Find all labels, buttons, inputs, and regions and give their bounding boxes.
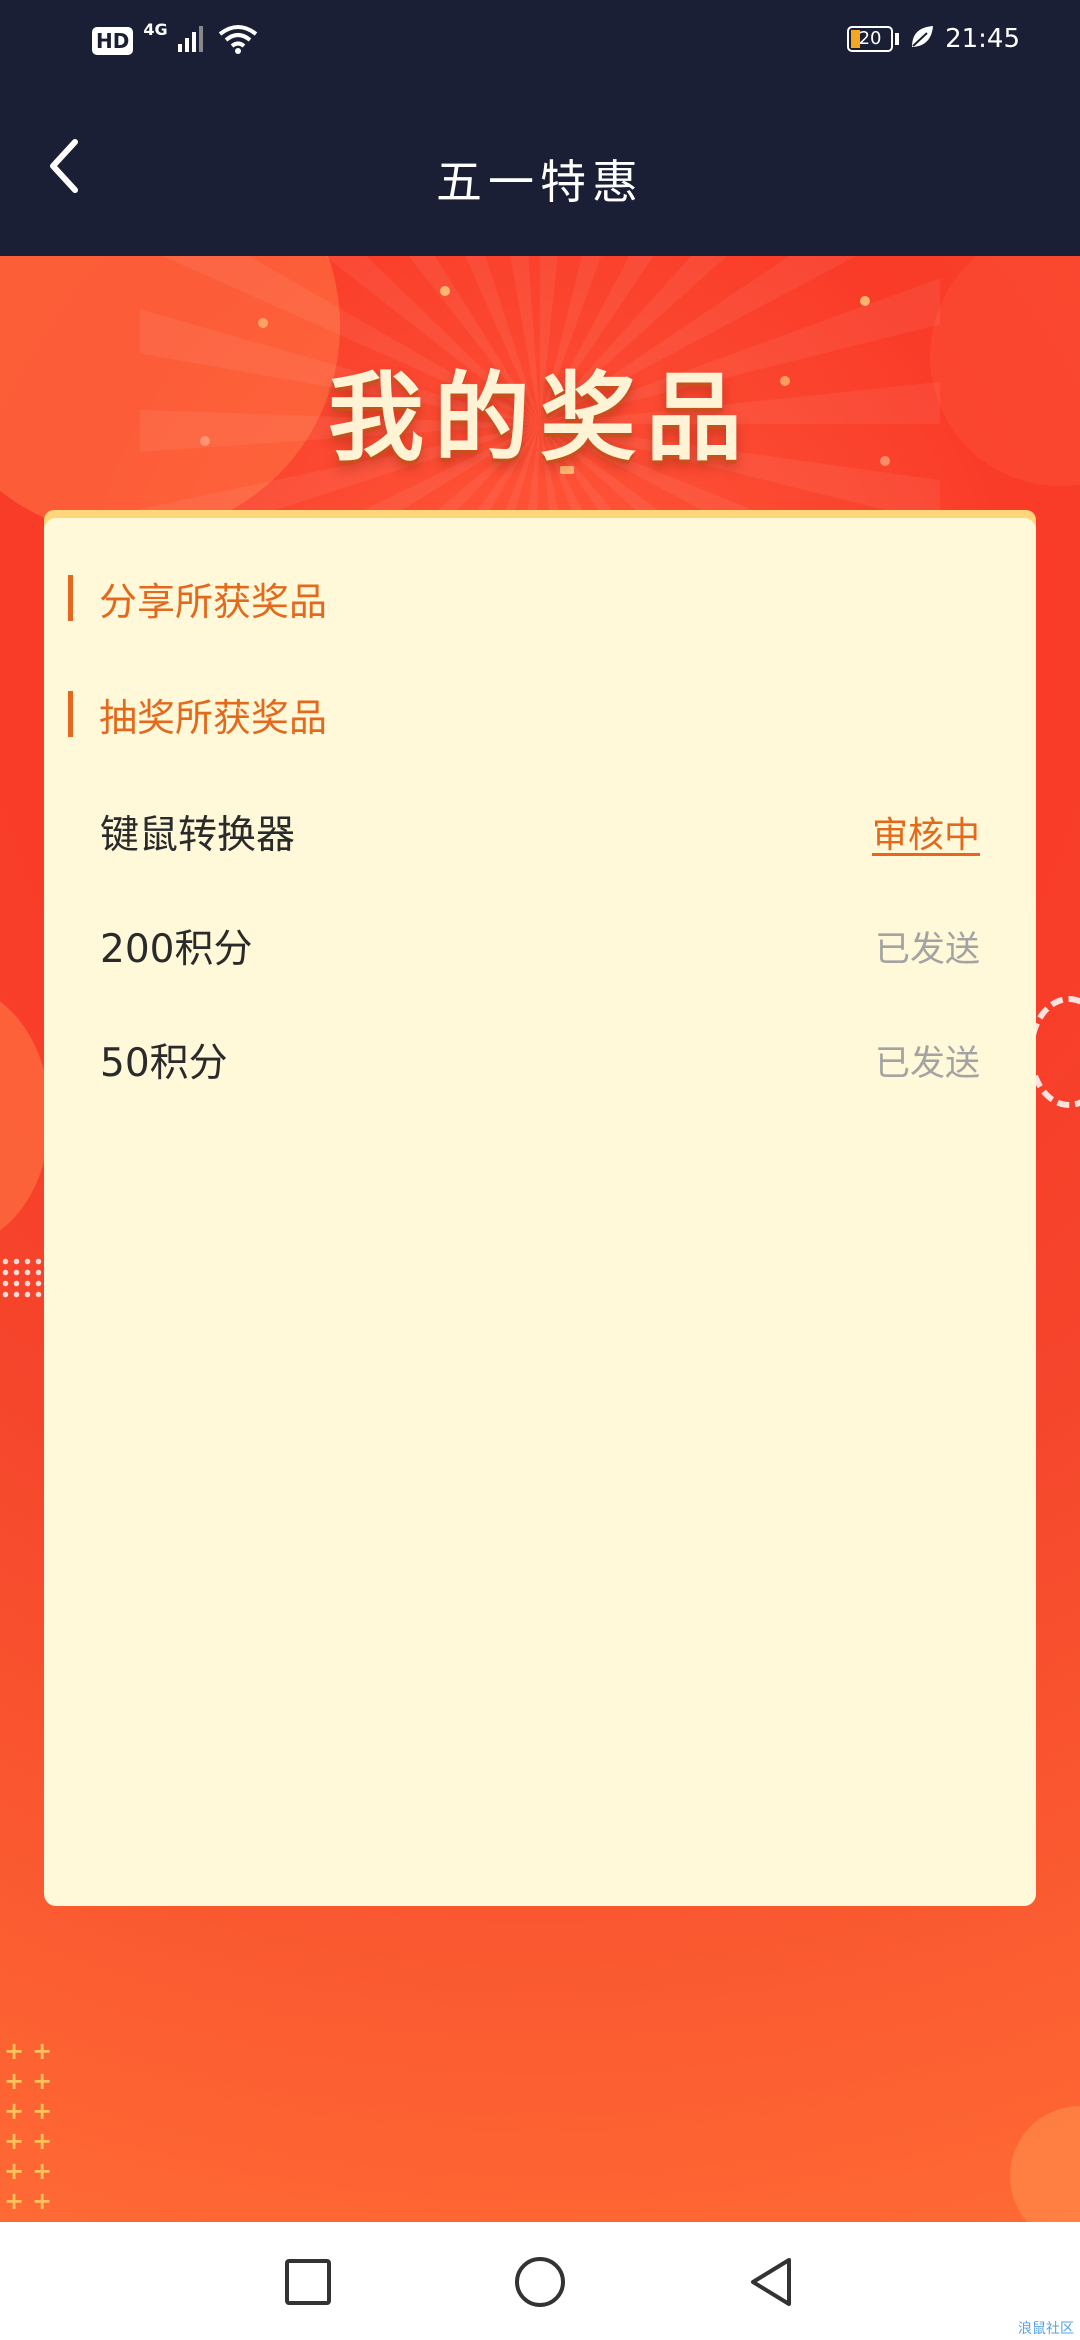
back-nav-button[interactable] xyxy=(742,2252,802,2312)
confetti-dot xyxy=(440,286,450,296)
decor-plus-grid: ++ ++ ++ ++ ++ ++ xyxy=(4,2037,61,2215)
recents-button[interactable] xyxy=(278,2252,338,2312)
prize-row: 键鼠转换器 审核中 xyxy=(100,802,980,862)
home-circle-icon xyxy=(515,2257,565,2307)
system-nav-bar: 浪鼠社区 xyxy=(0,2222,1080,2340)
confetti-dot xyxy=(860,296,870,306)
decor-dots xyxy=(0,1256,44,1300)
hd-badge: HD xyxy=(92,27,134,55)
battery-level-text: 20 xyxy=(858,28,882,49)
confetti-dot xyxy=(258,318,268,328)
status-left: HD 4G xyxy=(92,20,258,58)
signal-icon xyxy=(177,26,208,56)
recents-square-icon xyxy=(285,2259,331,2305)
section-share: 分享所获奖品 xyxy=(68,574,327,624)
app-header: 五一特惠 xyxy=(0,86,1080,256)
status-right: 20 21:45 xyxy=(847,24,1020,54)
decor-bubble xyxy=(1010,2106,1080,2222)
status-bar: HD 4G 20 21:45 xyxy=(0,0,1080,86)
wifi-icon xyxy=(218,24,258,58)
prize-card: 分享所获奖品 抽奖所获奖品 键鼠转换器 审核中 200积分 已发送 50积分 已… xyxy=(44,518,1036,1906)
home-button[interactable] xyxy=(510,2252,570,2312)
section-bar xyxy=(68,691,73,737)
section-bar xyxy=(68,575,73,621)
battery-icon: 20 xyxy=(847,26,894,52)
prize-row: 50积分 已发送 xyxy=(100,1030,980,1090)
prize-name: 200积分 xyxy=(100,927,253,972)
back-triangle-icon xyxy=(751,2258,791,2306)
prize-name: 50积分 xyxy=(100,1041,228,1086)
prize-row: 200积分 已发送 xyxy=(100,916,980,976)
decor-bubble xyxy=(0,986,50,1246)
battery-cap xyxy=(895,33,900,45)
leaf-icon xyxy=(909,24,935,54)
clock: 21:45 xyxy=(945,24,1020,54)
watermark: 浪鼠社区 xyxy=(1018,2321,1074,2337)
banner-title: 我的奖品 xyxy=(328,362,752,474)
prize-name: 键鼠转换器 xyxy=(100,813,296,858)
section-lottery-label: 抽奖所获奖品 xyxy=(99,695,328,740)
prize-status-link[interactable]: 审核中 xyxy=(872,806,980,858)
network-type-label: 4G xyxy=(143,20,168,39)
page-title: 五一特惠 xyxy=(436,155,644,209)
prize-status: 已发送 xyxy=(874,1043,980,1084)
section-lottery: 抽奖所获奖品 xyxy=(68,690,327,740)
section-share-label: 分享所获奖品 xyxy=(99,579,328,624)
prize-status: 已发送 xyxy=(874,929,980,970)
